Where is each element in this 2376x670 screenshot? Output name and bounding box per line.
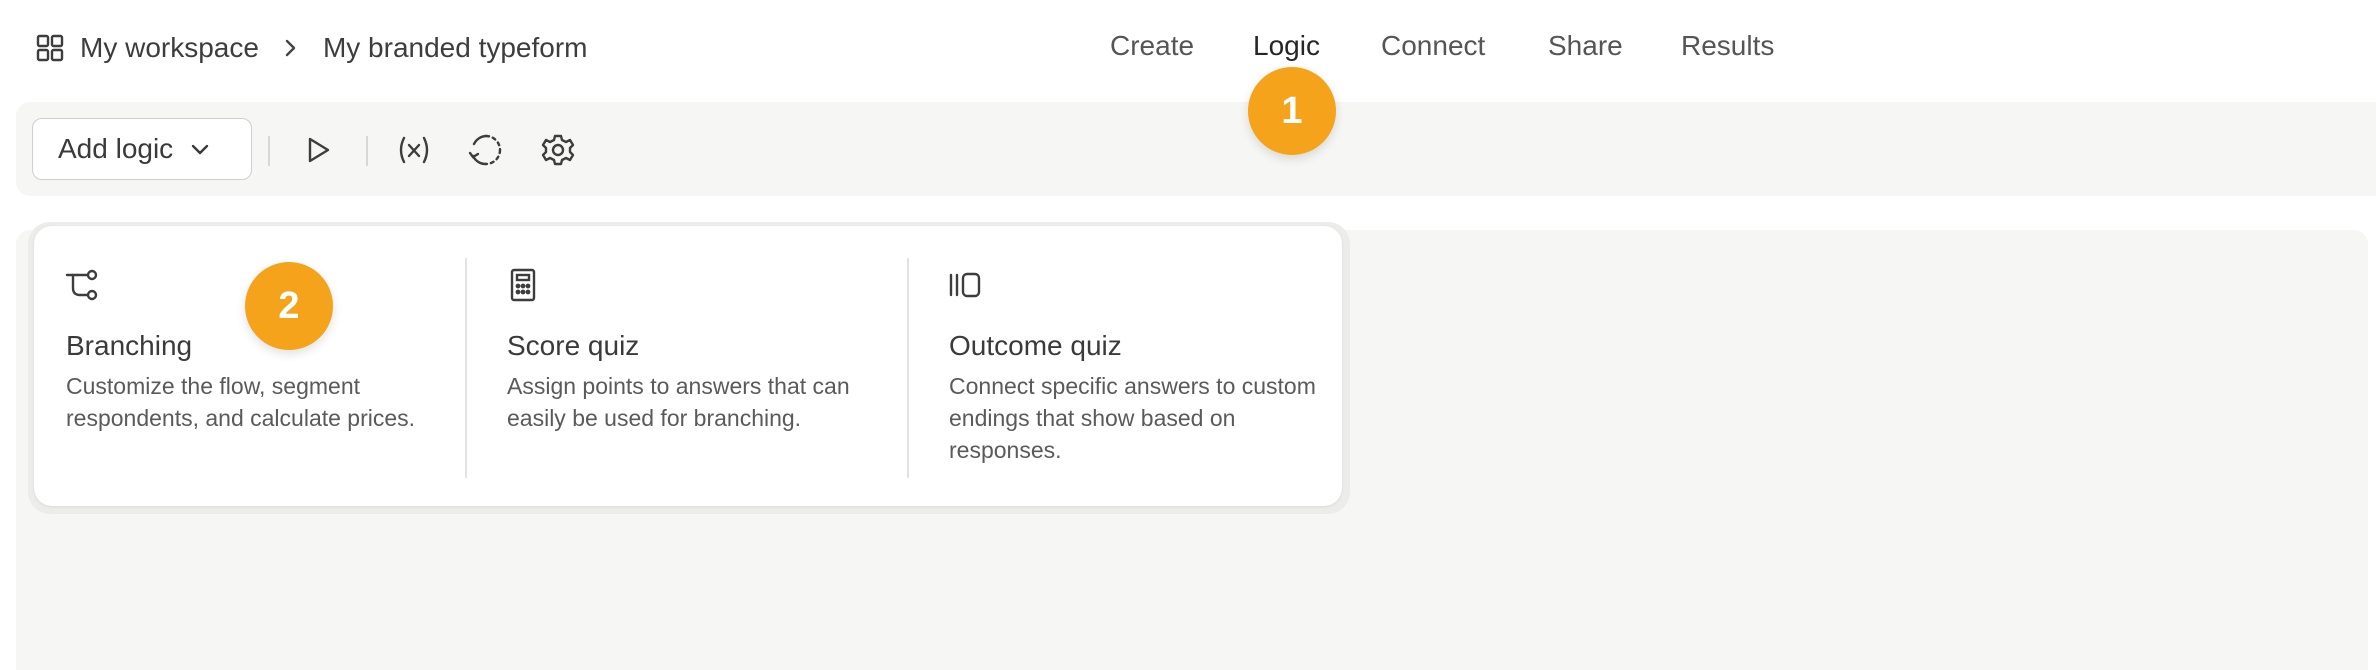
top-header: My workspace My branded typeform Create … (0, 0, 2376, 100)
settings-icon[interactable] (540, 132, 576, 168)
option-title: Outcome quiz (949, 330, 1122, 361)
option-outcome-quiz[interactable]: Outcome quiz Connect specific answers to… (917, 226, 1357, 506)
tab-logic[interactable]: Logic (1253, 30, 1320, 62)
tab-share[interactable]: Share (1548, 30, 1623, 62)
option-description: Connect specific answers to custom endin… (949, 373, 1316, 463)
tab-connect[interactable]: Connect (1381, 30, 1485, 62)
calculator-icon (506, 268, 540, 302)
logic-toolbar: Add logic (16, 102, 2376, 196)
option-score-quiz[interactable]: Score quiz Assign points to answers that… (475, 226, 915, 506)
option-branching[interactable]: Branching Customize the flow, segment re… (34, 226, 474, 506)
option-divider (465, 258, 467, 478)
tab-create[interactable]: Create (1110, 30, 1194, 62)
add-logic-label: Add logic (58, 133, 174, 164)
step-badge-1: 1 (1248, 67, 1336, 155)
main-nav: Create Logic Connect Share Results (0, 30, 2376, 70)
option-description: Customize the flow, segment respondents,… (66, 373, 416, 431)
toolbar-divider (268, 136, 270, 166)
play-icon[interactable] (300, 132, 336, 168)
option-divider (907, 258, 909, 478)
option-description: Assign points to answers that can easily… (507, 373, 850, 431)
option-title: Score quiz (507, 330, 640, 361)
step-badge-2: 2 (245, 262, 333, 350)
option-title: Branching (66, 330, 193, 361)
branching-icon (65, 268, 99, 302)
add-logic-button[interactable]: Add logic (32, 118, 252, 180)
variable-icon[interactable] (396, 132, 432, 168)
logic-type-menu: Branching Customize the flow, segment re… (34, 226, 1342, 506)
tab-results[interactable]: Results (1681, 30, 1774, 62)
logic-map-icon[interactable] (468, 132, 504, 168)
chevron-down-icon (189, 138, 211, 160)
toolbar-divider (366, 136, 368, 166)
outcome-icon (948, 268, 982, 302)
